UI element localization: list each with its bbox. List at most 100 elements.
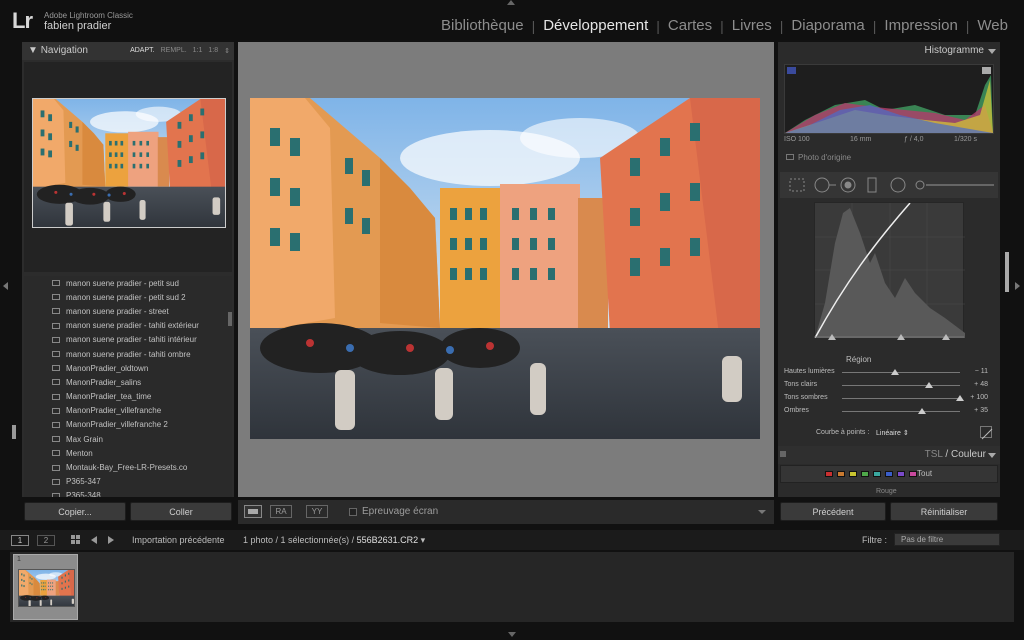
collection-item[interactable]: P365-347 xyxy=(24,475,232,489)
collapse-left-arrow-icon[interactable] xyxy=(3,282,8,290)
color-swatch[interactable] xyxy=(849,471,857,477)
collection-icon xyxy=(52,478,60,485)
collection-item[interactable]: ManonPradier_villefranche 2 xyxy=(24,418,232,432)
app-logo: Lr xyxy=(12,8,33,33)
panel-toggle-icon[interactable] xyxy=(780,451,786,457)
zoom-fit-option[interactable]: ADAPT. xyxy=(130,47,155,55)
original-photo-checkbox[interactable] xyxy=(786,154,794,160)
photo-count-info[interactable]: 1 photo / 1 sélectionnée(s) / 556B2631.C… xyxy=(243,535,425,546)
previous-settings-button[interactable]: Précédent xyxy=(780,502,886,521)
slider-thumb[interactable] xyxy=(890,369,899,375)
graduated-filter-icon[interactable] xyxy=(867,177,877,193)
zoom-1-8-option[interactable]: 1:8 xyxy=(208,47,218,55)
toolbar-menu-icon[interactable] xyxy=(758,510,766,514)
forward-arrow-icon[interactable] xyxy=(108,536,114,544)
collection-item[interactable]: ManonPradier_villefranche xyxy=(24,404,232,418)
histogram-collapse-icon[interactable] xyxy=(988,49,996,54)
collapse-bottom-arrow-icon[interactable] xyxy=(508,632,516,637)
color-tab[interactable]: Couleur xyxy=(951,449,986,460)
color-all-option[interactable]: Tout xyxy=(917,469,932,478)
slider-track[interactable] xyxy=(842,411,960,412)
grid-view-icon[interactable] xyxy=(71,535,81,545)
copy-settings-button[interactable]: Copier... xyxy=(24,502,126,521)
filmstrip-cell[interactable]: 1 xyxy=(13,554,78,620)
main-photo[interactable] xyxy=(250,98,760,439)
color-swatch[interactable] xyxy=(909,471,917,477)
collection-item[interactable]: ManonPradier_salins xyxy=(24,375,232,389)
slider-track[interactable] xyxy=(842,372,960,373)
color-swatch[interactable] xyxy=(873,471,881,477)
shadow-clipping-icon[interactable] xyxy=(787,67,796,74)
edit-point-curve-icon[interactable] xyxy=(980,426,993,440)
collection-item[interactable]: ManonPradier_tea_time xyxy=(24,390,232,404)
adjustment-brush-icon[interactable] xyxy=(915,180,925,190)
module-web[interactable]: Web xyxy=(969,17,1016,34)
slider-track[interactable] xyxy=(842,385,960,386)
module-print[interactable]: Impression xyxy=(876,17,965,34)
color-swatch[interactable] xyxy=(897,471,905,477)
navigator-header[interactable]: ▼ Navigation ADAPT. REMPL. 1:1 1:8 ⇕ xyxy=(22,42,234,60)
slider-thumb[interactable] xyxy=(925,382,934,388)
module-map[interactable]: Cartes xyxy=(660,17,720,34)
collection-item[interactable]: manon suene pradier - street xyxy=(24,304,232,318)
hsl-collapse-icon[interactable] xyxy=(988,453,996,458)
color-swatch[interactable] xyxy=(837,471,845,477)
left-edge-scroll-tab[interactable] xyxy=(12,425,16,439)
color-swatch[interactable] xyxy=(825,471,833,477)
slider-track[interactable] xyxy=(842,398,960,399)
tone-curve-graph[interactable] xyxy=(814,202,965,339)
hsl-tab[interactable]: TSL xyxy=(925,449,943,460)
collection-item[interactable]: manon suene pradier - petit sud xyxy=(24,276,232,290)
collection-item[interactable]: Montauk-Bay_Free-LR-Presets.co xyxy=(24,460,232,474)
right-panel-scrollbar[interactable] xyxy=(1005,252,1009,292)
collection-item[interactable]: manon suene pradier - tahiti extérieur xyxy=(24,319,232,333)
filter-select-value: Pas de filtre xyxy=(901,535,944,544)
hsl-color-header[interactable]: TSL / Couleur xyxy=(778,446,1000,464)
back-arrow-icon[interactable] xyxy=(91,536,97,544)
region-slider[interactable]: Tons sombres + 100 xyxy=(784,393,994,405)
collapse-top-arrow-icon[interactable] xyxy=(507,0,515,5)
secondary-screen-button[interactable]: 2 xyxy=(37,535,55,546)
collection-item[interactable]: manon suene pradier - tahiti ombre xyxy=(24,347,232,361)
slider-thumb[interactable] xyxy=(956,395,964,401)
region-slider[interactable]: Ombres + 35 xyxy=(784,406,994,418)
color-swatch[interactable] xyxy=(861,471,869,477)
loupe-view-icon[interactable] xyxy=(244,505,262,518)
zoom-1-1-option[interactable]: 1:1 xyxy=(193,47,203,55)
highlight-clipping-icon[interactable] xyxy=(982,67,991,74)
collection-item[interactable]: P365-348 xyxy=(24,489,232,497)
region-slider[interactable]: Tons clairs + 48 xyxy=(784,380,994,392)
zoom-stepper-icon[interactable]: ⇕ xyxy=(224,47,230,55)
collection-item[interactable]: manon suene pradier - tahiti intérieur xyxy=(24,333,232,347)
slider-thumb[interactable] xyxy=(917,408,926,414)
module-develop[interactable]: Développement xyxy=(535,17,656,34)
collapse-right-arrow-icon[interactable] xyxy=(1015,282,1020,290)
collection-item[interactable]: Menton xyxy=(24,446,232,460)
collection-item[interactable]: Max Grain xyxy=(24,432,232,446)
collection-item[interactable]: ManonPradier_oldtown xyxy=(24,361,232,375)
module-book[interactable]: Livres xyxy=(724,17,780,34)
soft-proof-checkbox[interactable] xyxy=(349,508,357,516)
reset-button[interactable]: Réinitialiser xyxy=(890,502,998,521)
crop-tool-icon[interactable] xyxy=(789,178,805,192)
paste-settings-button[interactable]: Coller xyxy=(130,502,232,521)
spot-removal-icon[interactable] xyxy=(814,177,830,193)
color-swatch[interactable] xyxy=(885,471,893,477)
histogram-header[interactable]: Histogramme xyxy=(778,42,1000,60)
collections-scrollbar[interactable] xyxy=(228,312,232,326)
collection-item[interactable]: manon suene pradier - petit sud 2 xyxy=(24,290,232,304)
point-curve-select[interactable]: Linéaire ⇕ xyxy=(876,429,909,437)
zoom-fill-option[interactable]: REMPL. xyxy=(161,47,187,55)
module-library[interactable]: Bibliothèque xyxy=(433,17,532,34)
navigator-preview-image[interactable] xyxy=(32,98,226,228)
collection-label: manon suene pradier - tahiti intérieur xyxy=(66,335,197,345)
before-after-split-toggle[interactable]: YY xyxy=(306,505,328,518)
filter-select[interactable]: Pas de filtre xyxy=(894,533,1000,546)
before-after-toggle[interactable]: RA xyxy=(270,505,292,518)
main-screen-button[interactable]: 1 xyxy=(11,535,29,546)
source-label[interactable]: Importation précédente xyxy=(132,535,225,545)
region-slider[interactable]: Hautes lumières − 11 xyxy=(784,367,994,379)
filmstrip-thumbnail[interactable] xyxy=(18,569,75,607)
radial-filter-icon[interactable] xyxy=(890,177,906,193)
module-slideshow[interactable]: Diaporama xyxy=(783,17,872,34)
